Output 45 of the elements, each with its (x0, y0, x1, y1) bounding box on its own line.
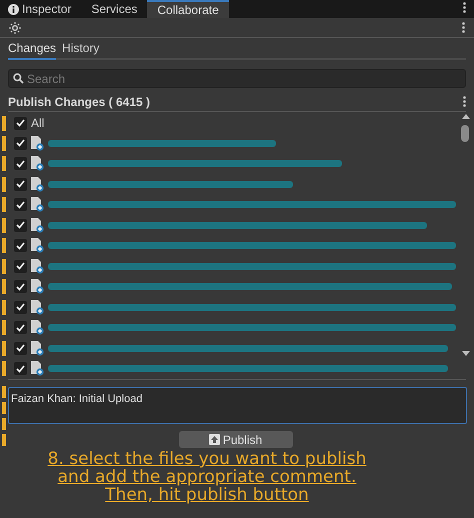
file-added-icon (31, 258, 44, 274)
more-icon[interactable] (463, 2, 466, 13)
file-added-icon (31, 156, 44, 172)
checkbox[interactable] (14, 136, 27, 150)
view-tab[interactable]: Changes (8, 40, 56, 60)
file-added-icon (31, 136, 44, 151)
checkbox[interactable] (14, 321, 27, 334)
file-added-icon (31, 300, 44, 315)
window-tab[interactable]: Collaborate (147, 0, 229, 18)
all-label: All (31, 115, 44, 132)
file-added-icon (31, 197, 44, 212)
checkbox[interactable] (14, 116, 27, 130)
checkbox[interactable] (14, 342, 27, 355)
annotation-caption: 8. select the files you want to publish and add the appropriate comment. Then, hit publish button (46, 450, 368, 504)
checkbox[interactable] (14, 198, 27, 212)
file-added-icon (31, 238, 44, 254)
scrollbar-thumb[interactable] (461, 125, 469, 142)
window-tab[interactable]: Inspector (0, 0, 82, 18)
checkbox[interactable] (14, 260, 27, 273)
view-tab[interactable]: History (62, 40, 100, 60)
scroll-down-icon[interactable] (462, 351, 470, 356)
section-title: Publish Changes ( 6415 ) (8, 94, 150, 110)
settings-icon[interactable] (9, 22, 21, 34)
checkbox[interactable] (14, 280, 27, 294)
window-tab[interactable]: Services (81, 0, 148, 18)
file-added-icon (31, 361, 44, 376)
checkbox[interactable] (14, 362, 27, 376)
upload-icon (208, 434, 220, 445)
checkbox[interactable] (14, 178, 27, 191)
file-added-icon (31, 320, 44, 336)
checkbox[interactable] (14, 218, 27, 232)
file-added-icon (31, 176, 44, 192)
comment-field[interactable]: Faizan Khan: Initial Upload (8, 387, 467, 424)
file-added-icon (31, 218, 44, 233)
search-icon (13, 73, 24, 84)
checkbox[interactable] (14, 239, 27, 252)
scroll-up-icon[interactable] (462, 114, 470, 119)
file-added-icon (31, 340, 44, 356)
file-added-icon (31, 279, 44, 294)
checkbox[interactable] (14, 157, 27, 170)
info-icon (8, 4, 19, 14)
more-icon[interactable] (462, 22, 465, 33)
more-icon[interactable] (463, 96, 466, 107)
checkbox[interactable] (14, 300, 27, 314)
publish-button[interactable]: Publish (178, 431, 292, 448)
